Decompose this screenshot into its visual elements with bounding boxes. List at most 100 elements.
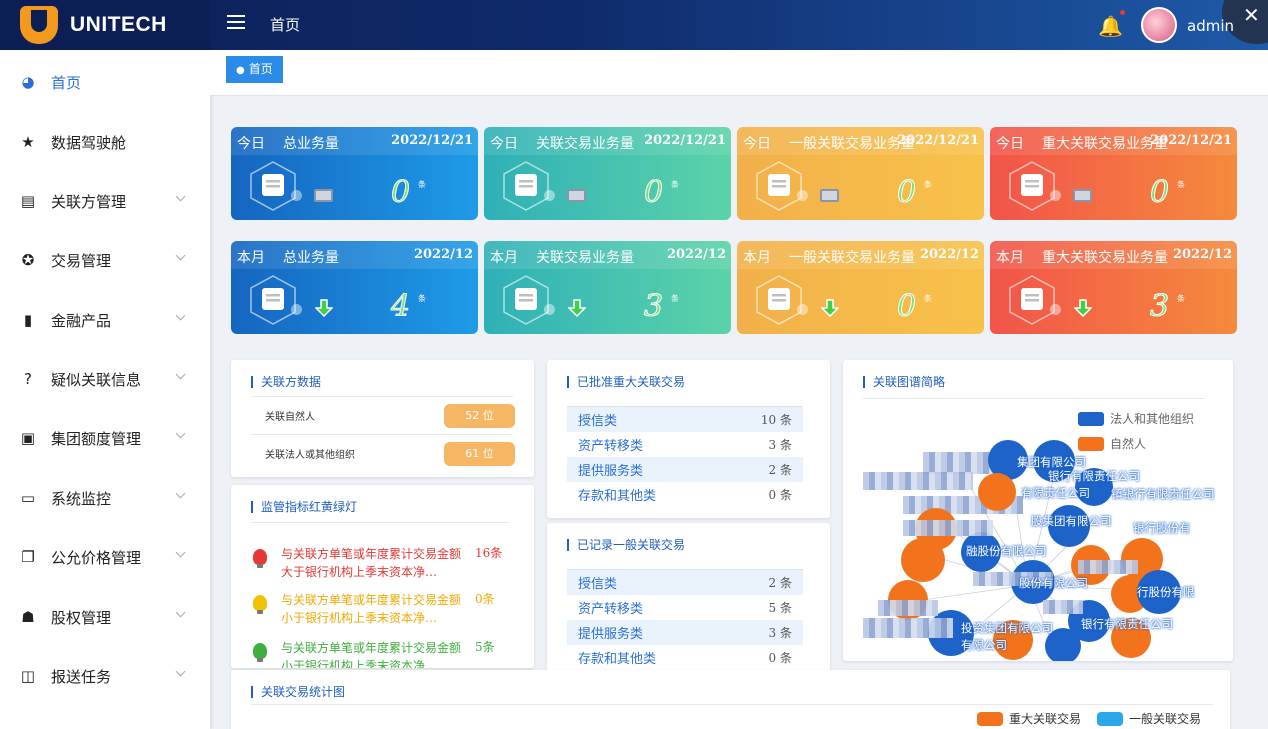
list-item[interactable]: 与关联方单笔或年度累计交易金额小于银行机构上季末资本净… 5条 — [251, 631, 509, 668]
card-date: 2022/12/21 — [897, 133, 979, 148]
id-card-icon: ▤ — [20, 192, 36, 210]
card-header: 本月 关联交易业务量 2022/12 — [484, 241, 731, 269]
list-item[interactable]: 与关联方单笔或年度累计交易金额小于银行机构上季末资本净… 0条 — [251, 583, 509, 633]
table-row[interactable]: 提供服务类 2 条 — [567, 457, 803, 482]
card-date: 2022/12 — [1172, 247, 1232, 262]
tx-value: 2 条 — [768, 576, 792, 590]
stat-card[interactable]: 本月 一般关联交易业务量 2022/12 0 条 — [737, 241, 984, 334]
avatar[interactable] — [1141, 7, 1177, 43]
count-badge[interactable]: 61 位 — [444, 442, 515, 466]
breadcrumb-tab-home[interactable]: 首页 — [226, 56, 283, 83]
card-title: 重大关联交易业务量 — [1042, 136, 1168, 152]
card-period: 本月 — [996, 250, 1024, 266]
card-count: 0 — [390, 175, 411, 211]
sidebar-item-group-quota[interactable]: ▣ 集团额度管理 — [0, 418, 210, 458]
sidebar-item-label: 数据驾驶舱 — [51, 133, 127, 152]
card-unit: 条 — [671, 180, 679, 189]
question-circle-icon: ? — [24, 370, 32, 388]
graph-node-label: 银行股份有 — [1133, 521, 1191, 535]
list-item: 关联法人或其他组织 61 位 — [251, 434, 515, 472]
sidebar-item-home[interactable]: ◕ 首页 — [0, 62, 210, 102]
close-icon[interactable]: ✕ — [1243, 3, 1260, 27]
tx-label: 授信类 — [578, 577, 618, 592]
tx-label: 提供服务类 — [578, 627, 644, 642]
inbox-icon — [250, 275, 296, 325]
general-tx-table: 授信类 2 条 资产转移类 5 条 提供服务类 3 条 存款和其他类 0 条 — [567, 569, 803, 670]
card-unit: 条 — [924, 294, 932, 303]
table-row[interactable]: 存款和其他类 0 条 — [567, 482, 803, 507]
card-period: 本月 — [490, 250, 518, 266]
graph-node[interactable] — [978, 473, 1016, 511]
stat-card[interactable]: 本月 总业务量 2022/12 4 条 — [231, 241, 478, 334]
breadcrumb-bar — [210, 50, 1268, 96]
major-tx-table: 授信类 10 条 资产转移类 3 条 提供服务类 2 条 存款和其他类 0 条 — [567, 406, 803, 507]
sidebar-item-equity[interactable]: ☗ 股权管理 — [0, 597, 210, 637]
logo[interactable]: UNITECH — [0, 0, 210, 50]
decor-dot — [797, 190, 808, 201]
card-period: 今日 — [490, 136, 518, 152]
graph-node[interactable] — [901, 538, 945, 582]
graph-node-label: 有限公司 — [961, 638, 1007, 652]
sidebar-item-transactions[interactable]: ✪ 交易管理 — [0, 240, 210, 280]
tx-label: 提供服务类 — [578, 464, 644, 479]
sidebar-item-fair-price[interactable]: ❐ 公允价格管理 — [0, 537, 210, 577]
tx-label: 资产转移类 — [578, 439, 644, 454]
stat-card[interactable]: 今日 关联交易业务量 2022/12/21 0 条 — [484, 127, 731, 220]
legend-major[interactable]: 重大关联交易 — [977, 710, 1081, 727]
count-badge[interactable]: 52 位 — [444, 404, 515, 428]
page-title: 首页 — [270, 16, 301, 34]
stat-card[interactable]: 本月 重大关联交易业务量 2022/12 3 条 — [990, 241, 1237, 334]
card-unit: 条 — [418, 294, 426, 303]
sidebar-item-label: 关联方管理 — [51, 192, 127, 211]
graph-node-label: 银行有限责任公司 — [1081, 617, 1173, 631]
tx-stats-panel: 关联交易统计图 重大关联交易 一般关联交易 — [231, 670, 1230, 729]
card-count: 4 — [390, 289, 411, 325]
sidebar-item-cockpit[interactable]: ★ 数据驾驶舱 — [0, 122, 210, 162]
menu-toggle-icon[interactable] — [227, 15, 245, 33]
sidebar-item-suspected[interactable]: ? 疑似关联信息 — [0, 359, 210, 399]
card-title: 一般关联交易业务量 — [789, 250, 915, 266]
sidebar-item-products[interactable]: ▮ 金融产品 — [0, 300, 210, 340]
stat-card[interactable]: 今日 重大关联交易业务量 2022/12/21 0 条 — [990, 127, 1237, 220]
down-arrow-icon — [821, 299, 839, 317]
table-row[interactable]: 存款和其他类 0 条 — [567, 645, 803, 670]
sidebar-item-monitor[interactable]: ▭ 系统监控 — [0, 478, 210, 518]
related-party-panel: 关联方数据 关联自然人 52 位 关联法人或其他组织 61 位 — [231, 360, 534, 477]
graph-node-label: 镇银行有限责任公司 — [1111, 487, 1215, 501]
decor-dot — [544, 304, 555, 315]
decor-dot — [291, 190, 302, 201]
image-icon: ▣ — [20, 429, 36, 447]
table-row[interactable]: 提供服务类 3 条 — [567, 620, 803, 645]
table-row[interactable]: 资产转移类 3 条 — [567, 432, 803, 457]
sidebar-item-label: 集团额度管理 — [51, 429, 142, 448]
graph-node-label: 有限责任公司 — [1021, 486, 1090, 500]
stat-card[interactable]: 今日 总业务量 2022/12/21 0 条 — [231, 127, 478, 220]
flat-trend-icon — [567, 189, 586, 202]
card-date: 2022/12/21 — [644, 133, 726, 148]
light-text: 与关联方单笔或年度累计交易金额大于银行机构上季末资本净… — [281, 547, 461, 579]
sidebar-item-label: 报送任务 — [51, 667, 112, 686]
redacted-label — [878, 600, 938, 616]
bell-icon[interactable]: 🔔 — [1098, 14, 1123, 38]
graph-node-label: 股份有限公司 — [1019, 576, 1088, 590]
legend-swatch — [977, 711, 1003, 726]
legend-general[interactable]: 一般关联交易 — [1097, 710, 1201, 727]
list-item[interactable]: 与关联方单笔或年度累计交易金额大于银行机构上季末资本净… 16条 — [251, 537, 509, 587]
table-row[interactable]: 授信类 10 条 — [567, 407, 803, 432]
card-title: 重大关联交易业务量 — [1042, 250, 1168, 266]
light-value: 0条 — [475, 592, 495, 606]
chevron-down-icon — [175, 607, 186, 618]
stat-card[interactable]: 今日 一般关联交易业务量 2022/12/21 0 条 — [737, 127, 984, 220]
stat-card[interactable]: 本月 关联交易业务量 2022/12 3 条 — [484, 241, 731, 334]
username[interactable]: admin — [1187, 17, 1234, 35]
logo-icon — [20, 6, 58, 44]
tx-value: 0 条 — [768, 651, 792, 665]
tx-label: 存款和其他类 — [578, 652, 657, 667]
table-row[interactable]: 授信类 2 条 — [567, 570, 803, 595]
legend-label: 一般关联交易 — [1129, 712, 1202, 726]
sidebar-item-report[interactable]: ◫ 报送任务 — [0, 656, 210, 696]
sidebar-item-label: 股权管理 — [51, 608, 112, 627]
sidebar-item-related-party[interactable]: ▤ 关联方管理 — [0, 181, 210, 221]
table-row[interactable]: 资产转移类 5 条 — [567, 595, 803, 620]
card-date: 2022/12 — [666, 247, 726, 262]
